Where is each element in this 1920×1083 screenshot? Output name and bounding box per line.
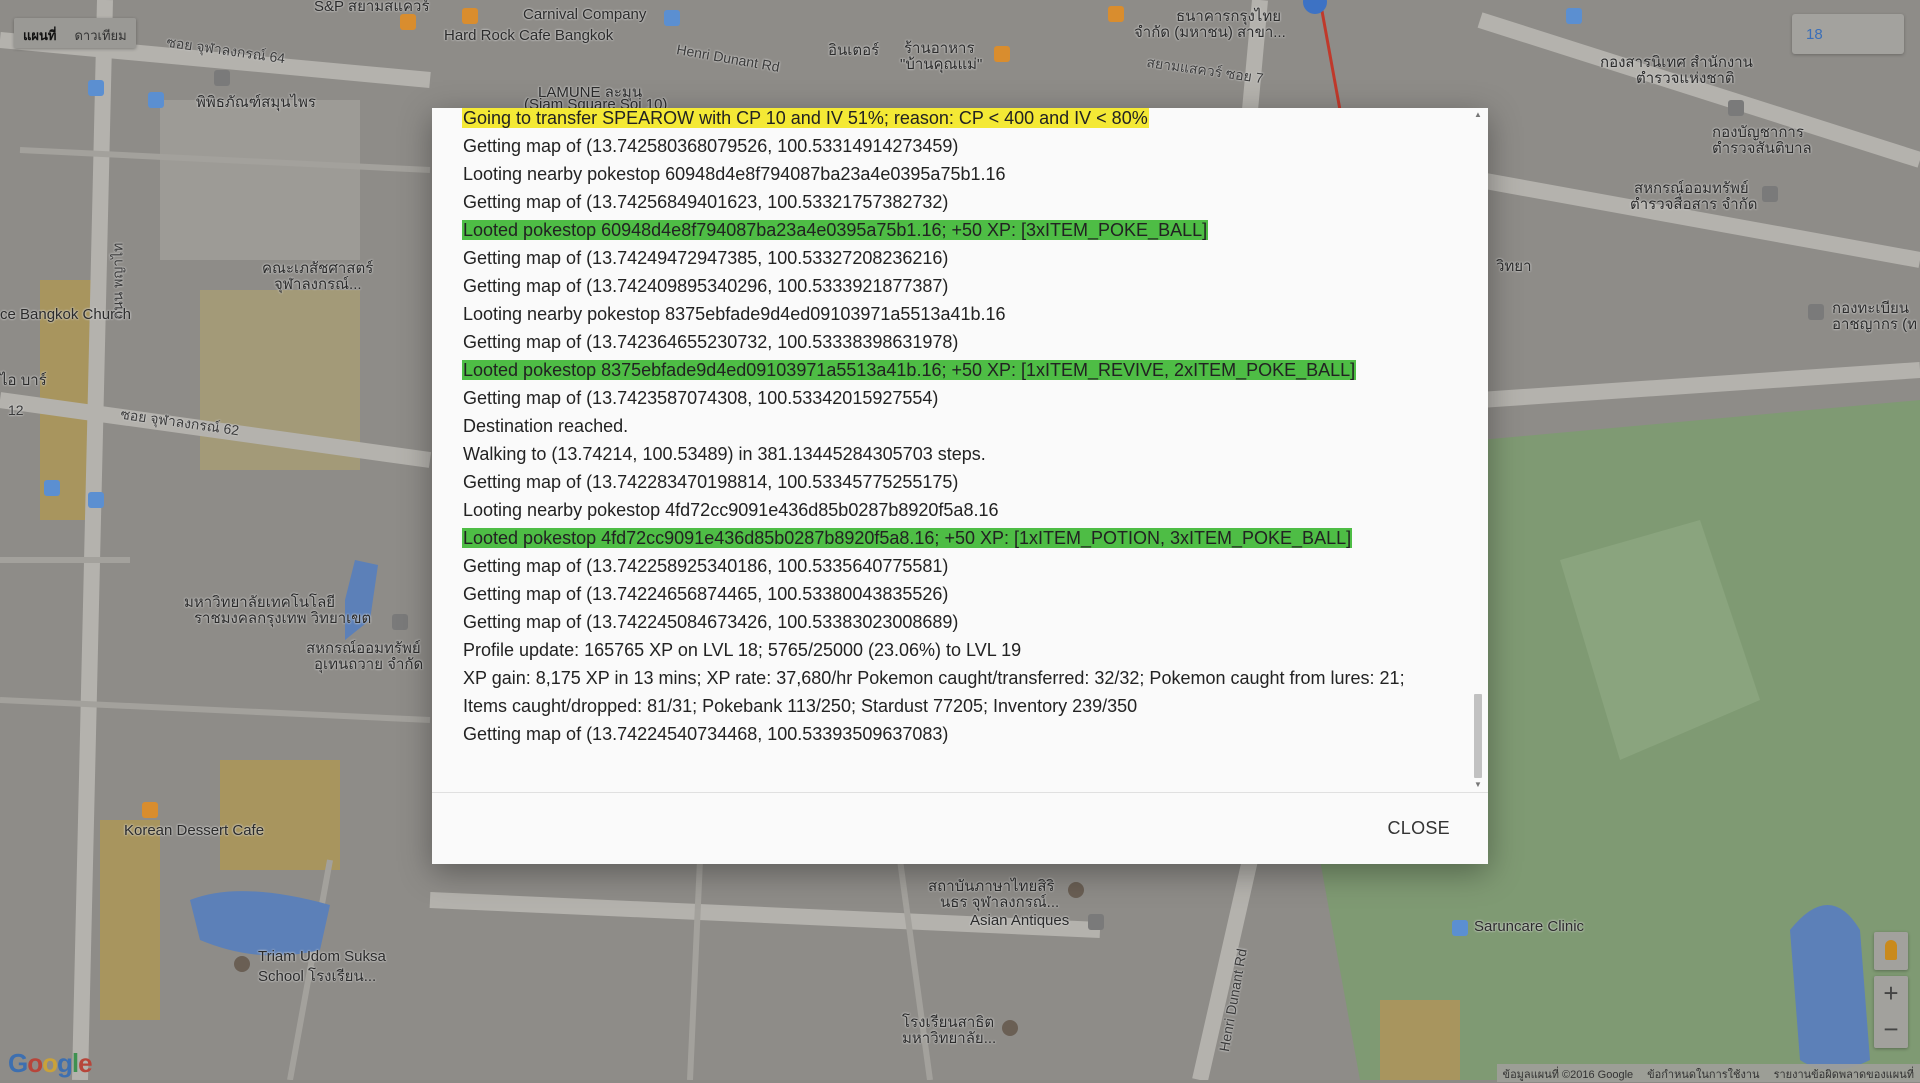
log-line: Looted pokestop 60948d4e8f794087ba23a4e0… [462,216,1462,244]
log-line-text: Getting map of (13.742580368079526, 100.… [463,136,959,156]
scrollbar-thumb[interactable] [1474,694,1482,778]
log-line: Getting map of (13.74249472947385, 100.5… [462,244,1462,272]
log-line: Profile update: 165765 XP on LVL 18; 576… [462,636,1462,664]
log-line: Looting nearby pokestop 8375ebfade9d4ed0… [462,300,1462,328]
log-line: Looting nearby pokestop 60948d4e8f794087… [462,160,1462,188]
log-line: Getting map of (13.742409895340296, 100.… [462,272,1462,300]
modal-overlay: Going to transfer SPEAROW with CP 10 and… [0,0,1920,1080]
log-line: Getting map of (13.7423587074308, 100.53… [462,384,1462,412]
log-line-text: XP gain: 8,175 XP in 13 mins; XP rate: 3… [463,668,1405,688]
log-line: Looted pokestop 8375ebfade9d4ed09103971a… [462,356,1462,384]
log-scroll-area[interactable]: Going to transfer SPEAROW with CP 10 and… [432,108,1488,793]
log-line-text: Looted pokestop 60948d4e8f794087ba23a4e0… [462,220,1209,240]
log-line: Getting map of (13.742245084673426, 100.… [462,608,1462,636]
log-line-text: Getting map of (13.742258925340186, 100.… [463,556,949,576]
log-line-text: Looting nearby pokestop 8375ebfade9d4ed0… [463,304,1006,324]
log-line-text: Getting map of (13.742283470198814, 100.… [463,472,959,492]
log-list: Going to transfer SPEAROW with CP 10 and… [462,108,1462,748]
scrollbar[interactable]: ▲ ▼ [1471,110,1485,790]
log-line-text: Profile update: 165765 XP on LVL 18; 576… [463,640,1022,660]
scroll-up-arrow-icon[interactable]: ▲ [1473,110,1483,120]
scroll-down-arrow-icon[interactable]: ▼ [1473,780,1483,790]
log-line: XP gain: 8,175 XP in 13 mins; XP rate: 3… [462,664,1462,692]
log-line-text: Walking to (13.74214, 100.53489) in 381.… [463,444,986,464]
log-line: Getting map of (13.742258925340186, 100.… [462,552,1462,580]
log-line: Getting map of (13.74224540734468, 100.5… [462,720,1462,748]
log-line-text: Getting map of (13.74224656874465, 100.5… [463,584,949,604]
log-line-text: Getting map of (13.74224540734468, 100.5… [463,724,949,744]
log-dialog: Going to transfer SPEAROW with CP 10 and… [432,108,1488,864]
log-line-text: Getting map of (13.742364655230732, 100.… [463,332,959,352]
log-line: Getting map of (13.742580368079526, 100.… [462,132,1462,160]
log-line-text: Getting map of (13.742409895340296, 100.… [463,276,949,296]
log-line-text: Going to transfer SPEAROW with CP 10 and… [462,108,1149,128]
log-line: Getting map of (13.74256849401623, 100.5… [462,188,1462,216]
log-line-text: Looting nearby pokestop 4fd72cc9091e436d… [463,500,999,520]
log-line-text: Getting map of (13.742245084673426, 100.… [463,612,959,632]
log-line: Walking to (13.74214, 100.53489) in 381.… [462,440,1462,468]
log-line: Getting map of (13.742364655230732, 100.… [462,328,1462,356]
log-line-text: Destination reached. [463,416,629,436]
log-line-text: Getting map of (13.74249472947385, 100.5… [463,248,949,268]
log-line: Looted pokestop 4fd72cc9091e436d85b0287b… [462,524,1462,552]
log-line-text: Items caught/dropped: 81/31; Pokebank 11… [463,696,1138,716]
close-button[interactable]: CLOSE [1379,812,1458,845]
log-line: Destination reached. [462,412,1462,440]
log-line: Items caught/dropped: 81/31; Pokebank 11… [462,692,1462,720]
log-line-text: Getting map of (13.74256849401623, 100.5… [463,192,949,212]
log-line: Looting nearby pokestop 4fd72cc9091e436d… [462,496,1462,524]
log-line: Going to transfer SPEAROW with CP 10 and… [462,108,1462,132]
log-line-text: Looted pokestop 8375ebfade9d4ed09103971a… [462,360,1357,380]
log-line: Getting map of (13.742283470198814, 100.… [462,468,1462,496]
log-line: Getting map of (13.74224656874465, 100.5… [462,580,1462,608]
log-line-text: Looting nearby pokestop 60948d4e8f794087… [463,164,1006,184]
log-line-text: Getting map of (13.7423587074308, 100.53… [463,388,939,408]
log-line-text: Looted pokestop 4fd72cc9091e436d85b0287b… [462,528,1353,548]
